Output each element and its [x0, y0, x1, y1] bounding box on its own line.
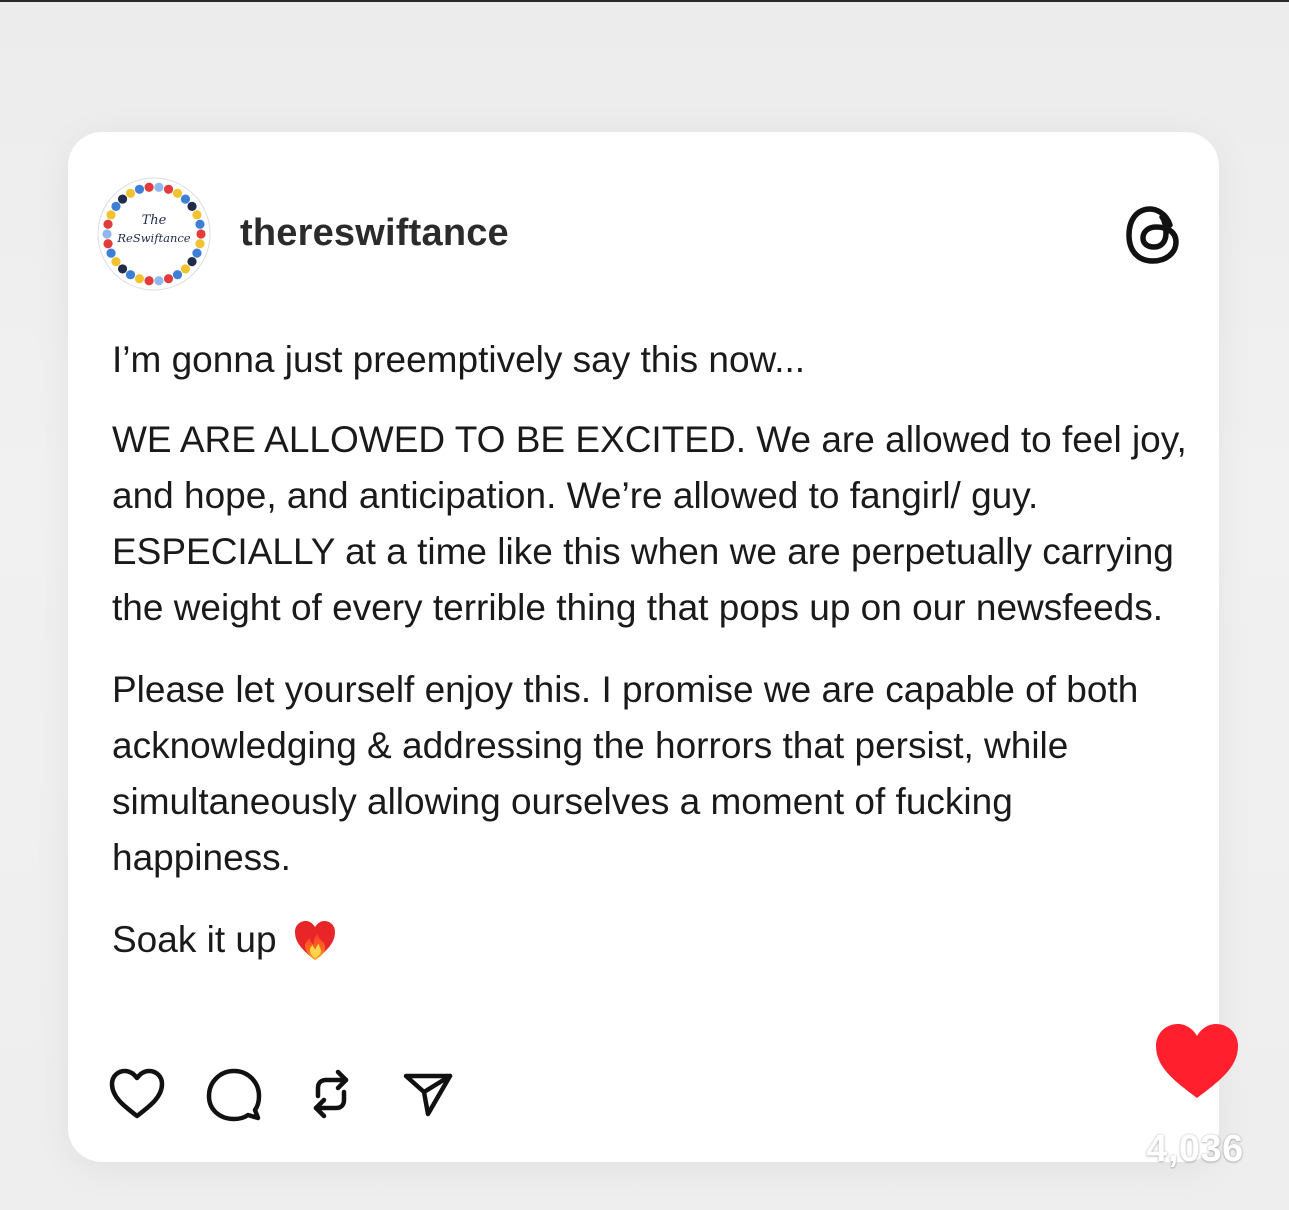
avatar-bead [195, 219, 205, 229]
avatar-bead [172, 270, 183, 280]
top-divider [0, 0, 1289, 2]
threads-post-card: The ReSwiftance thereswiftance I’m gonna… [68, 132, 1219, 1162]
post-paragraph-2: WE ARE ALLOWED TO BE EXCITED. We are all… [112, 419, 1187, 628]
avatar-bead [163, 274, 174, 284]
closing-line: Soak it up [112, 912, 1197, 968]
avatar-bead [154, 182, 164, 192]
avatar-bead [134, 274, 145, 284]
avatar-bead [106, 248, 116, 258]
avatar-bead [180, 264, 191, 274]
avatar-bead [180, 194, 191, 204]
avatar-bead [117, 194, 128, 204]
avatar-bead [111, 257, 121, 267]
avatar-bead [163, 184, 174, 194]
comment-icon[interactable] [205, 1065, 263, 1123]
heart-on-fire-icon [291, 916, 339, 964]
swiftance-logo: The ReSwiftance [97, 177, 211, 291]
avatar-bead [144, 276, 154, 286]
avatar-bead [106, 210, 116, 220]
avatar-bead [192, 210, 202, 220]
post-paragraph-1: I’m gonna just preemptively say this now… [112, 339, 806, 380]
red-heart-icon[interactable] [1150, 1020, 1244, 1102]
avatar-bead [111, 201, 121, 211]
avatar-bead [154, 276, 164, 286]
closing-text: Soak it up [112, 919, 277, 960]
avatar-bead [103, 219, 113, 229]
avatar-bead [125, 270, 136, 280]
post-paragraph-3: Please let yourself enjoy this. I promis… [112, 669, 1139, 878]
avatar-bead [195, 239, 205, 249]
repost-icon[interactable] [302, 1065, 360, 1123]
avatar[interactable]: The ReSwiftance [96, 176, 212, 292]
avatar-bead [172, 188, 183, 198]
avatar-bead [103, 239, 113, 249]
avatar-bead [187, 257, 197, 267]
heart-icon[interactable] [108, 1065, 166, 1123]
avatar-line2: ReSwiftance [116, 231, 190, 245]
avatar-bead [192, 248, 202, 258]
like-count: 4,036 [1146, 1128, 1244, 1170]
action-bar [108, 1064, 496, 1124]
share-icon[interactable] [399, 1065, 457, 1123]
avatar-bead [144, 182, 154, 192]
username[interactable]: thereswiftance [240, 210, 509, 256]
avatar-bead [117, 264, 128, 274]
avatar-bead [125, 188, 136, 198]
avatar-bead [102, 229, 112, 239]
avatar-line1: The [142, 213, 167, 228]
post-body: I’m gonna just preemptively say this now… [112, 332, 1197, 968]
avatar-bead [134, 184, 145, 194]
threads-logo-icon[interactable] [1126, 205, 1182, 265]
avatar-bead [187, 201, 197, 211]
avatar-bead [196, 229, 206, 239]
